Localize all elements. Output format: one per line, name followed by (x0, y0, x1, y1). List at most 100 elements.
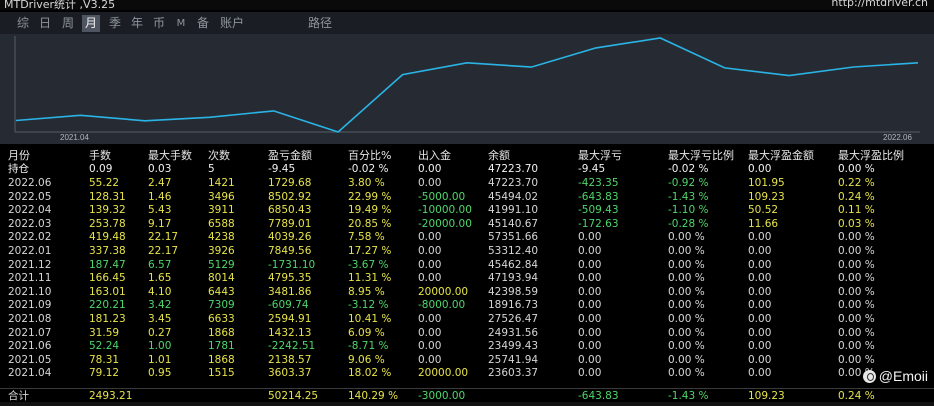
table-row[interactable]: 2022.03 253.78 9.17 6588 7789.01 20.85 % -2000… (0, 218, 934, 232)
table-cell: 25741.94 (488, 353, 539, 366)
table-cell: 0.00 % (838, 326, 875, 339)
table-row[interactable]: 2021.07 31.59 0.27 1868 1432.13 6.09 % 0.00 249… (0, 327, 934, 341)
tab-10[interactable]: 路径 (302, 15, 338, 32)
table-cell: 166.45 (89, 272, 126, 285)
table-cell: 181.23 (89, 313, 126, 325)
table-cell: 4795.35 (268, 272, 312, 285)
table-cell: 0.00 (748, 272, 772, 285)
table-cell: 10.41 % (348, 313, 392, 325)
table-row[interactable]: 2022.05 128.31 1.46 3496 8502.92 22.99 % -5000… (0, 191, 934, 205)
table-row[interactable]: 2022.02 419.48 22.17 4238 4039.26 7.58 % 0.00 5… (0, 231, 934, 245)
tab-2[interactable]: 周 (59, 15, 77, 32)
table-cell: -8000.00 (418, 299, 466, 312)
month-cell: 2021.09 (8, 299, 52, 312)
table-cell: 0.00 % (838, 272, 875, 285)
total-cell: -643.83 (578, 390, 619, 402)
tab-7[interactable]: M (174, 15, 188, 32)
table-cell: 0.00 (418, 258, 442, 271)
holding-cell: -0.02 % (348, 163, 389, 175)
table-row[interactable]: 2021.12 187.47 6.57 5129 -1731.10 -3.67 % 0.00… (0, 259, 934, 273)
holding-label: 持仓 (8, 163, 29, 175)
tab-1[interactable]: 日 (36, 15, 54, 32)
table-cell: 1868 (208, 326, 235, 339)
table-cell: 20000.00 (418, 285, 469, 298)
table-cell: 139.32 (89, 204, 126, 217)
table-cell: 1.65 (148, 272, 172, 285)
table-cell: 0.00 (578, 272, 602, 285)
table-cell: 0.00 % (838, 313, 875, 325)
table-cell: 7309 (208, 299, 235, 312)
column-header: 最大浮亏 (578, 149, 622, 162)
balance-curve (15, 37, 919, 133)
table-cell: 50.52 (748, 204, 779, 217)
table-row[interactable]: 2021.08 181.23 3.45 6633 2594.91 10.41 % 0.00 2… (0, 313, 934, 327)
table-row[interactable]: 2022.06 55.22 2.47 1421 1729.68 3.80 % 0.00 472… (0, 177, 934, 191)
table-cell: 0.00 % (838, 353, 875, 366)
table-cell: 6633 (208, 313, 235, 325)
total-cell: -3000.00 (418, 390, 466, 402)
table-cell: 1421 (208, 177, 235, 189)
table-cell: 0.00 (748, 258, 772, 271)
table-cell: 20000.00 (418, 367, 469, 380)
table-cell: -3.67 % (348, 258, 389, 271)
total-cell: 140.29 % (348, 390, 399, 402)
month-cell: 2022.02 (8, 231, 52, 244)
table-cell: 0.03 % (838, 217, 875, 230)
table-cell: 4238 (208, 231, 235, 244)
table-row[interactable]: 2022.04 139.32 5.43 3911 6850.43 19.49 % -1000… (0, 204, 934, 218)
tab-9[interactable]: 账户 (216, 15, 248, 32)
table-cell: 4039.26 (268, 231, 312, 244)
tab-4[interactable]: 季 (106, 15, 124, 32)
table-cell: -2242.51 (268, 340, 316, 353)
table-row[interactable]: 2021.06 52.24 1.00 1781 -2242.51 -8.71 % 0.00 2… (0, 340, 934, 354)
table-cell: 0.00 (748, 245, 772, 257)
holding-cell: 0.00 % (838, 163, 875, 175)
table-row[interactable]: 2021.10 163.01 4.10 6443 3481.86 8.95 % 20000.… (0, 286, 934, 300)
column-header: 最大浮盈比例 (838, 149, 904, 162)
table-cell: 4.10 (148, 285, 172, 298)
table-cell: 55.22 (89, 177, 120, 189)
tab-0[interactable]: 综 (14, 15, 32, 32)
table-cell: 0.00 (418, 326, 442, 339)
table-cell: 0.00 (578, 367, 602, 380)
table-cell: 52.24 (89, 340, 120, 353)
table-cell: 0.00 (748, 353, 772, 366)
tab-6[interactable]: 币 (150, 15, 168, 32)
table-cell: 42398.59 (488, 285, 539, 298)
table-row[interactable]: 2021.04 79.12 0.95 1515 3603.37 18.02 % 20000.… (0, 367, 934, 381)
table-cell: 20.85 % (348, 217, 392, 230)
table-cell: 23603.37 (488, 367, 539, 380)
table-cell: 163.01 (89, 285, 126, 298)
chart-start-label: 2021.04 (60, 133, 89, 142)
table-cell: 1729.68 (268, 177, 312, 189)
table-row[interactable]: 2021.09 220.21 3.42 7309 -609.74 -3.12 % -8000… (0, 299, 934, 313)
chart-end-label: 2022.06 (883, 133, 912, 142)
table-cell: 0.00 (748, 326, 772, 339)
table-cell: 1.00 (148, 340, 172, 353)
table-row[interactable]: 2021.05 78.31 1.01 1868 2138.57 9.06 % 0.00 257… (0, 354, 934, 368)
site-url[interactable]: http://mtdriver.cn (831, 0, 928, 9)
table-cell: 3.80 % (348, 177, 385, 189)
month-cell: 2022.01 (8, 245, 52, 257)
table-cell: 0.00 % (668, 272, 705, 285)
table-cell: 0.00 (578, 313, 602, 325)
total-cell: 109.23 (748, 390, 785, 402)
table-row[interactable]: 2021.11 166.45 1.65 8014 4795.35 11.31 % 0.00 4… (0, 272, 934, 286)
table-cell: 0.00 % (668, 245, 705, 257)
tab-8[interactable]: 备 (194, 15, 212, 32)
table-cell: 0.27 (148, 326, 172, 339)
table-cell: -172.63 (578, 217, 619, 230)
tab-3[interactable]: 月 (82, 15, 100, 32)
column-header: 最大手数 (148, 149, 192, 162)
table-cell: 0.00 (578, 231, 602, 244)
table-row[interactable]: 2022.01 337.38 22.17 3926 7849.56 17.27 % 0.00… (0, 245, 934, 259)
table-cell: 2594.91 (268, 313, 312, 325)
table-cell: 0.00 % (838, 245, 875, 257)
tab-5[interactable]: 年 (128, 15, 146, 32)
table-cell: 19.49 % (348, 204, 392, 217)
total-row: 合计 2493.21 50214.25 140.29 % -3000.00 -643.83… (0, 388, 934, 402)
table-cell: 0.11 % (838, 204, 875, 217)
table-cell: 2138.57 (268, 353, 312, 366)
table-cell: 7849.56 (268, 245, 312, 257)
table-cell: 18.02 % (348, 367, 392, 380)
